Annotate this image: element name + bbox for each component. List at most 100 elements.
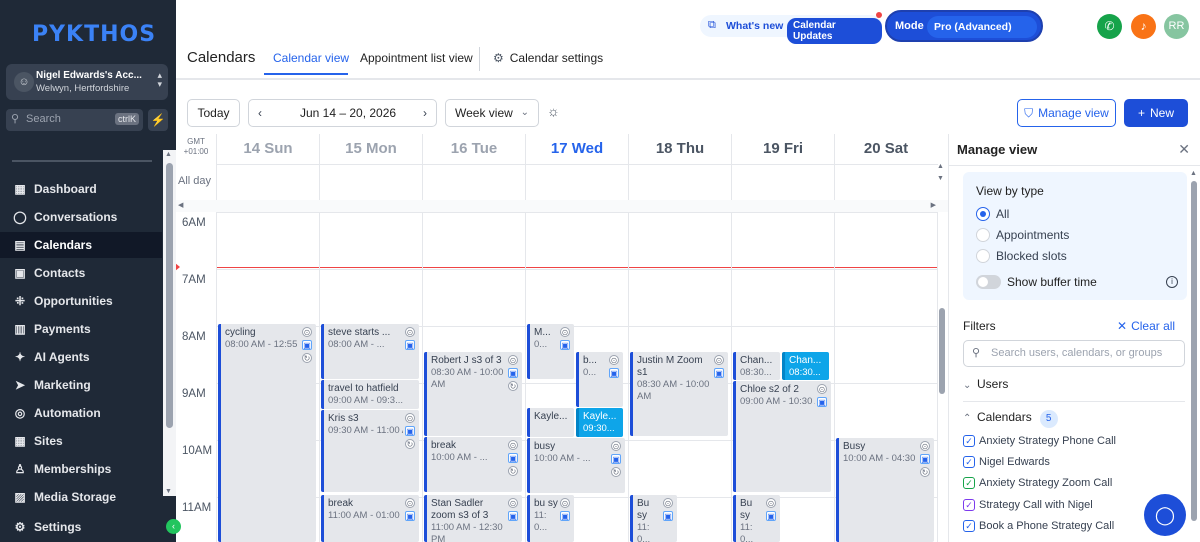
all-day-row[interactable] — [216, 164, 938, 200]
sidebar-item-opportunities[interactable]: ⁜ Opportunities — [0, 288, 162, 314]
checkbox-checked-icon[interactable]: ✓ — [963, 520, 975, 532]
calendar-vertical-scrollbar[interactable]: ▲ ▼ — [935, 161, 948, 542]
view-select[interactable]: Week view ⌄ — [445, 99, 539, 127]
calendar-scroll-thumb[interactable] — [939, 308, 945, 394]
calendar-event[interactable]: M... 0... ⊙ ▣ — [527, 324, 574, 379]
sidebar-item-automation[interactable]: ◎ Automation — [0, 400, 162, 426]
radio-appointments-indicator[interactable] — [976, 228, 990, 242]
day-header-6[interactable]: 20 Sat — [834, 134, 937, 164]
radio-all-indicator[interactable] — [976, 207, 990, 221]
calendar-event[interactable]: Kris s309:30 AM - 11:00 AM⊙ ▣ ↻ — [321, 410, 419, 492]
radio-blocked-slots-indicator[interactable] — [976, 249, 990, 263]
sidebar-scroll-thumb[interactable] — [166, 163, 173, 428]
scroll-up-icon[interactable]: ▲ — [937, 163, 944, 170]
calendar-event[interactable]: Bu sy 11: 0... ⊙ ▣ — [630, 495, 677, 542]
filter-search-input[interactable]: ⚲ Search users, calendars, or groups — [963, 340, 1185, 367]
manage-view-button[interactable]: ⛉ Manage view — [1017, 99, 1116, 127]
tab-calendar-view[interactable]: Calendar view — [273, 51, 349, 65]
calendar-updates-badge[interactable]: Calendar Updates — [787, 18, 882, 44]
day-header-0[interactable]: 14 Sun — [216, 134, 319, 164]
calendar-settings-button[interactable]: ⚙ Calendar settings — [493, 51, 603, 65]
sidebar-item-sites[interactable]: ▦ Sites — [0, 428, 162, 454]
calendar-event[interactable]: Chloe s2 of 209:00 AM - 10:30 AM⊙▣ — [733, 381, 831, 492]
calendar-event[interactable]: Chan... 08:30... — [782, 352, 829, 380]
buffer-time-toggle[interactable]: Show buffer time — [976, 274, 1097, 290]
account-switcher[interactable]: ☺ Nigel Edwards's Acc... Welwyn, Hertfor… — [6, 64, 168, 100]
radio-blocked-slots[interactable]: Blocked slots — [976, 248, 1067, 264]
scroll-up-icon[interactable]: ▲ — [1190, 170, 1197, 177]
calendar-event[interactable]: cycling08:00 AM - 12:55 PM⊙ ▣ ↻ — [218, 324, 316, 542]
calendar-event[interactable]: Busy10:00 AM - 04:30 PM⊙ ▣ ↻ — [836, 438, 934, 542]
calendar-event[interactable]: travel to hatfield 09:00 AM - 09:3... — [321, 380, 419, 409]
day-header-2[interactable]: 16 Tue — [422, 134, 525, 164]
calendar-event[interactable]: busy 10:00 AM - ... ⊙ ▣ ↻ — [527, 438, 625, 493]
chevron-right-icon[interactable]: › — [423, 100, 427, 126]
scroll-up-icon[interactable]: ▲ — [165, 151, 172, 158]
calendar-event[interactable]: Chan... 08:30... — [733, 352, 780, 380]
calendar-filter-item[interactable]: ✓ Book a Phone Strategy Call — [963, 519, 1114, 533]
sidebar-item-marketing[interactable]: ➤ Marketing — [0, 372, 162, 398]
phone-icon[interactable]: ✆ — [1097, 14, 1122, 39]
sidebar-item-conversations[interactable]: ◯ Conversations — [0, 204, 162, 230]
sidebar-item-calendars[interactable]: ▤ Calendars — [0, 232, 162, 258]
day-header-3[interactable]: 17 Wed — [525, 134, 628, 164]
calendar-event[interactable]: Bu sy 11: 0... ⊙ ▣ — [733, 495, 780, 542]
toggle-switch[interactable] — [976, 275, 1001, 289]
scroll-left-icon[interactable]: ◀ — [178, 201, 183, 209]
day-header-1[interactable]: 15 Mon — [319, 134, 422, 164]
sidebar-scrollbar[interactable]: ▲ ▼ — [163, 150, 176, 496]
panel-scroll-thumb[interactable] — [1191, 181, 1197, 521]
chevron-left-icon[interactable]: ‹ — [258, 100, 262, 126]
sidebar-item-media-storage[interactable]: ▨ Media Storage — [0, 490, 162, 504]
calendar-filter-item[interactable]: ✓ Nigel Edwards — [963, 455, 1050, 469]
calendar-filter-item[interactable]: ✓ Anxiety Strategy Zoom Call — [963, 476, 1112, 490]
sidebar-item-payments[interactable]: ▥ Payments — [0, 316, 162, 342]
info-icon[interactable]: i — [1166, 276, 1178, 288]
calendars-accordion[interactable]: ⌃ Calendars 5 — [963, 410, 1058, 428]
sidebar-item-dashboard[interactable]: ▦ Dashboard — [0, 176, 162, 202]
calendar-event[interactable]: Stan Sadler zoom s3 of 3 11:00 AM - 12:30… — [424, 495, 522, 542]
checkbox-checked-icon[interactable]: ✓ — [963, 499, 975, 511]
sidebar-item-memberships[interactable]: ♙ Memberships — [0, 456, 162, 482]
clear-all-button[interactable]: ✕ Clear all — [1117, 319, 1175, 333]
day-header-5[interactable]: 19 Fri — [731, 134, 834, 164]
user-avatar[interactable]: RR — [1164, 14, 1189, 39]
lightbulb-icon[interactable]: ☼ — [547, 103, 560, 119]
calendar-filter-item[interactable]: ✓ Strategy Call with Nigel — [963, 498, 1093, 512]
checkbox-checked-icon[interactable]: ✓ — [963, 456, 975, 468]
quick-action-bolt-icon[interactable]: ⚡ — [148, 109, 168, 131]
whats-new-pill[interactable]: ⧉ What's new Calendar Updates — [700, 12, 882, 44]
sidebar-search[interactable]: ⚲ Search ctrlK — [6, 109, 143, 131]
radio-all[interactable]: All — [976, 206, 1009, 222]
sidebar-item-settings[interactable]: ⚙ Settings — [0, 512, 176, 542]
sidebar-item-contacts[interactable]: ▣ Contacts — [0, 260, 162, 286]
calendar-event[interactable]: break 10:00 AM - ... ⊙ ▣ ↻ — [424, 437, 522, 492]
checkbox-checked-icon[interactable]: ✓ — [963, 435, 975, 447]
calendar-event[interactable]: Justin M Zoom s1 08:30 AM - 10:00 AM ⊙ ▣ — [630, 352, 728, 436]
panel-scrollbar[interactable]: ▲ — [1189, 170, 1200, 542]
calendar-event[interactable]: Robert J s3 of 3 08:30 AM - 10:00 AM ⊙ ▣ ↻ — [424, 352, 522, 436]
today-button[interactable]: Today — [187, 99, 240, 127]
sidebar-item-ai-agents[interactable]: ✦ AI Agents — [0, 344, 162, 370]
calendar-event[interactable]: bu sy 11: 0... ⊙ ▣ — [527, 495, 574, 542]
users-accordion[interactable]: ⌄ Users — [963, 377, 1008, 391]
close-icon[interactable]: ✕ — [1178, 141, 1190, 158]
calendar-event[interactable]: break11:00 AM - 01:00 PM⊙▣ — [321, 495, 419, 542]
calendar-filter-item[interactable]: ✓ Anxiety Strategy Phone Call — [963, 434, 1116, 448]
checkbox-checked-icon[interactable]: ✓ — [963, 477, 975, 489]
calendar-event[interactable]: b... 0... ⊙ ▣ — [576, 352, 623, 407]
new-button[interactable]: + New — [1124, 99, 1188, 127]
bell-icon[interactable]: ♪ — [1131, 14, 1156, 39]
calendar-event[interactable]: Kayle... 09:30... — [576, 408, 623, 437]
calendar-event[interactable]: Kayle... — [527, 408, 574, 437]
calendar-event[interactable]: steve starts ... 08:00 AM - ... ⊙ ▣ — [321, 324, 419, 379]
radio-appointments[interactable]: Appointments — [976, 227, 1069, 243]
scroll-down-icon[interactable]: ▼ — [165, 488, 172, 495]
tab-appointment-list-view[interactable]: Appointment list view — [360, 51, 473, 65]
calendar-horizontal-scrollbar[interactable]: ◀ ▶ — [176, 200, 948, 212]
date-range-picker[interactable]: ‹ Jun 14 – 20, 2026 › — [248, 99, 437, 127]
mode-switcher[interactable]: Mode Pro (Advanced) — [885, 10, 1043, 42]
chat-widget-icon[interactable]: ◯ — [1144, 494, 1186, 536]
scroll-down-icon[interactable]: ▼ — [937, 175, 944, 182]
day-header-4[interactable]: 18 Thu — [628, 134, 731, 164]
